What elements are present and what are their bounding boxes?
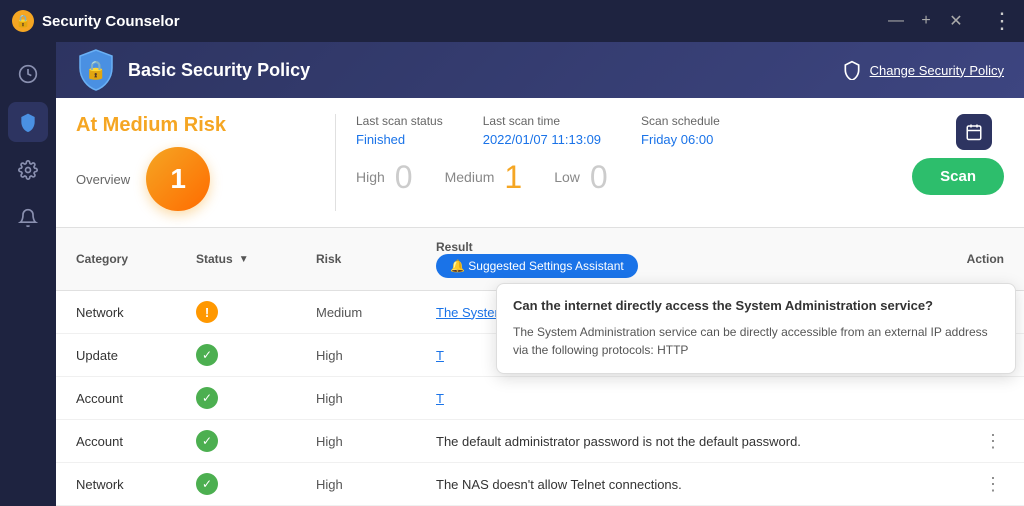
row-3-category: Account — [76, 434, 196, 449]
risk-count-circle: 1 — [146, 147, 210, 211]
sidebar-item-security[interactable] — [8, 102, 48, 142]
severity-medium-count: 1 — [504, 161, 522, 193]
severity-high-count: 0 — [395, 161, 413, 193]
severity-medium: Medium 1 — [445, 161, 523, 193]
row-3-status: ✓ — [196, 430, 316, 452]
table-row: Network ! Medium The System Administrati… — [56, 291, 1024, 334]
main-content: 🔒 Basic Security Policy Change Security … — [56, 42, 1024, 506]
change-policy-icon — [842, 60, 862, 80]
ok-icon: ✓ — [196, 387, 218, 409]
tooltip-popup: Can the internet directly access the Sys… — [496, 283, 1016, 374]
scan-schedule-label: Scan schedule — [641, 114, 720, 128]
maximize-button[interactable]: + — [916, 11, 936, 31]
row-1-status: ✓ — [196, 344, 316, 366]
ok-icon: ✓ — [196, 430, 218, 452]
col-header-status[interactable]: Status ▼ — [196, 246, 316, 272]
row-0-category: Network — [76, 305, 196, 320]
app-title: Security Counselor — [42, 13, 180, 30]
severity-high: High 0 — [356, 161, 413, 193]
app-body: 🔒 Basic Security Policy Change Security … — [0, 42, 1024, 506]
change-policy-label: Change Security Policy — [870, 63, 1004, 78]
severity-low-count: 0 — [590, 161, 608, 193]
col-header-action: Action — [924, 246, 1004, 272]
tooltip-answer: The System Administration service can be… — [513, 323, 999, 359]
scan-schedule-value: Friday 06:00 — [641, 132, 720, 147]
ok-icon: ✓ — [196, 473, 218, 495]
col-header-category: Category — [76, 246, 196, 272]
sidebar-item-notifications[interactable] — [8, 198, 48, 238]
last-scan-status-item: Last scan status Finished — [356, 114, 443, 150]
table-row: Account ✓ High The default administrator… — [56, 420, 1024, 463]
ok-icon: ✓ — [196, 344, 218, 366]
table-header-row: Category Status ▼ Risk Result 🔔 Suggeste… — [56, 228, 1024, 291]
title-bar-left: 🔒 Security Counselor — [12, 10, 180, 32]
row-3-action[interactable]: ⋮ — [924, 431, 1004, 452]
row-4-action[interactable]: ⋮ — [924, 474, 1004, 495]
row-1-risk: High — [316, 348, 436, 363]
scan-meta-row: Last scan status Finished Last scan time… — [356, 114, 1004, 150]
last-scan-status-label: Last scan status — [356, 114, 443, 128]
severity-row: High 0 Medium 1 Low 0 — [356, 161, 608, 193]
suggested-settings-button[interactable]: 🔔 Suggested Settings Assistant — [436, 254, 638, 278]
row-4-risk: High — [316, 477, 436, 492]
severity-medium-label: Medium — [445, 169, 495, 185]
row-2-status: ✓ — [196, 387, 316, 409]
risk-section: At Medium Risk Overview 1 Last scan stat… — [56, 98, 1024, 228]
sidebar-item-settings[interactable] — [8, 150, 48, 190]
minimize-button[interactable]: — — [886, 11, 906, 31]
row-2-result[interactable]: T — [436, 391, 924, 406]
top-right-actions — [956, 114, 1004, 150]
window-controls: — + ✕ ⋮ — [886, 11, 1012, 31]
severity-low-label: Low — [554, 169, 580, 185]
last-scan-time-label: Last scan time — [483, 114, 601, 128]
last-scan-time-item: Last scan time 2022/01/07 11:13:09 — [483, 114, 601, 150]
risk-stats-panel: Last scan status Finished Last scan time… — [336, 114, 1004, 211]
col-header-risk: Risk — [316, 246, 436, 272]
change-policy-button[interactable]: Change Security Policy — [842, 60, 1004, 80]
policy-header-left: 🔒 Basic Security Policy — [76, 48, 310, 92]
severity-low: Low 0 — [554, 161, 607, 193]
tooltip-question: Can the internet directly access the Sys… — [513, 298, 999, 313]
close-button[interactable]: ✕ — [946, 11, 966, 31]
row-0-status: ! — [196, 301, 316, 323]
row-3-risk: High — [316, 434, 436, 449]
severity-high-label: High — [356, 169, 385, 185]
table-row: Account ✓ High T — [56, 377, 1024, 420]
table-section: Category Status ▼ Risk Result 🔔 Suggeste… — [56, 228, 1024, 506]
more-menu-button[interactable]: ⋮ — [992, 11, 1012, 31]
row-2-risk: High — [316, 391, 436, 406]
row-3-result: The default administrator password is no… — [436, 434, 924, 449]
row-2-category: Account — [76, 391, 196, 406]
policy-title: Basic Security Policy — [128, 60, 310, 81]
scan-schedule-item: Scan schedule Friday 06:00 — [641, 114, 720, 150]
risk-overview-panel: At Medium Risk Overview 1 — [76, 114, 336, 211]
row-1-category: Update — [76, 348, 196, 363]
policy-header: 🔒 Basic Security Policy Change Security … — [56, 42, 1024, 98]
table-row: Network ✓ High The NAS doesn't allow Tel… — [56, 463, 1024, 506]
risk-title: At Medium Risk — [76, 114, 311, 137]
scan-button[interactable]: Scan — [912, 158, 1004, 195]
app-icon: 🔒 — [12, 10, 34, 32]
col-header-result: Result 🔔 Suggested Settings Assistant — [436, 234, 924, 284]
title-bar: 🔒 Security Counselor — + ✕ ⋮ — [0, 0, 1024, 42]
svg-text:🔒: 🔒 — [85, 60, 107, 80]
schedule-button[interactable] — [956, 114, 992, 150]
row-4-status: ✓ — [196, 473, 316, 495]
sidebar — [0, 42, 56, 506]
sort-icon: ▼ — [239, 254, 249, 265]
warning-icon: ! — [196, 301, 218, 323]
row-4-result: The NAS doesn't allow Telnet connections… — [436, 477, 924, 492]
overview-label: Overview — [76, 172, 130, 187]
policy-shield-icon: 🔒 — [76, 48, 116, 92]
row-0-risk: Medium — [316, 305, 436, 320]
last-scan-status-value: Finished — [356, 132, 443, 147]
row-4-category: Network — [76, 477, 196, 492]
sidebar-item-dashboard[interactable] — [8, 54, 48, 94]
last-scan-time-value: 2022/01/07 11:13:09 — [483, 132, 601, 147]
